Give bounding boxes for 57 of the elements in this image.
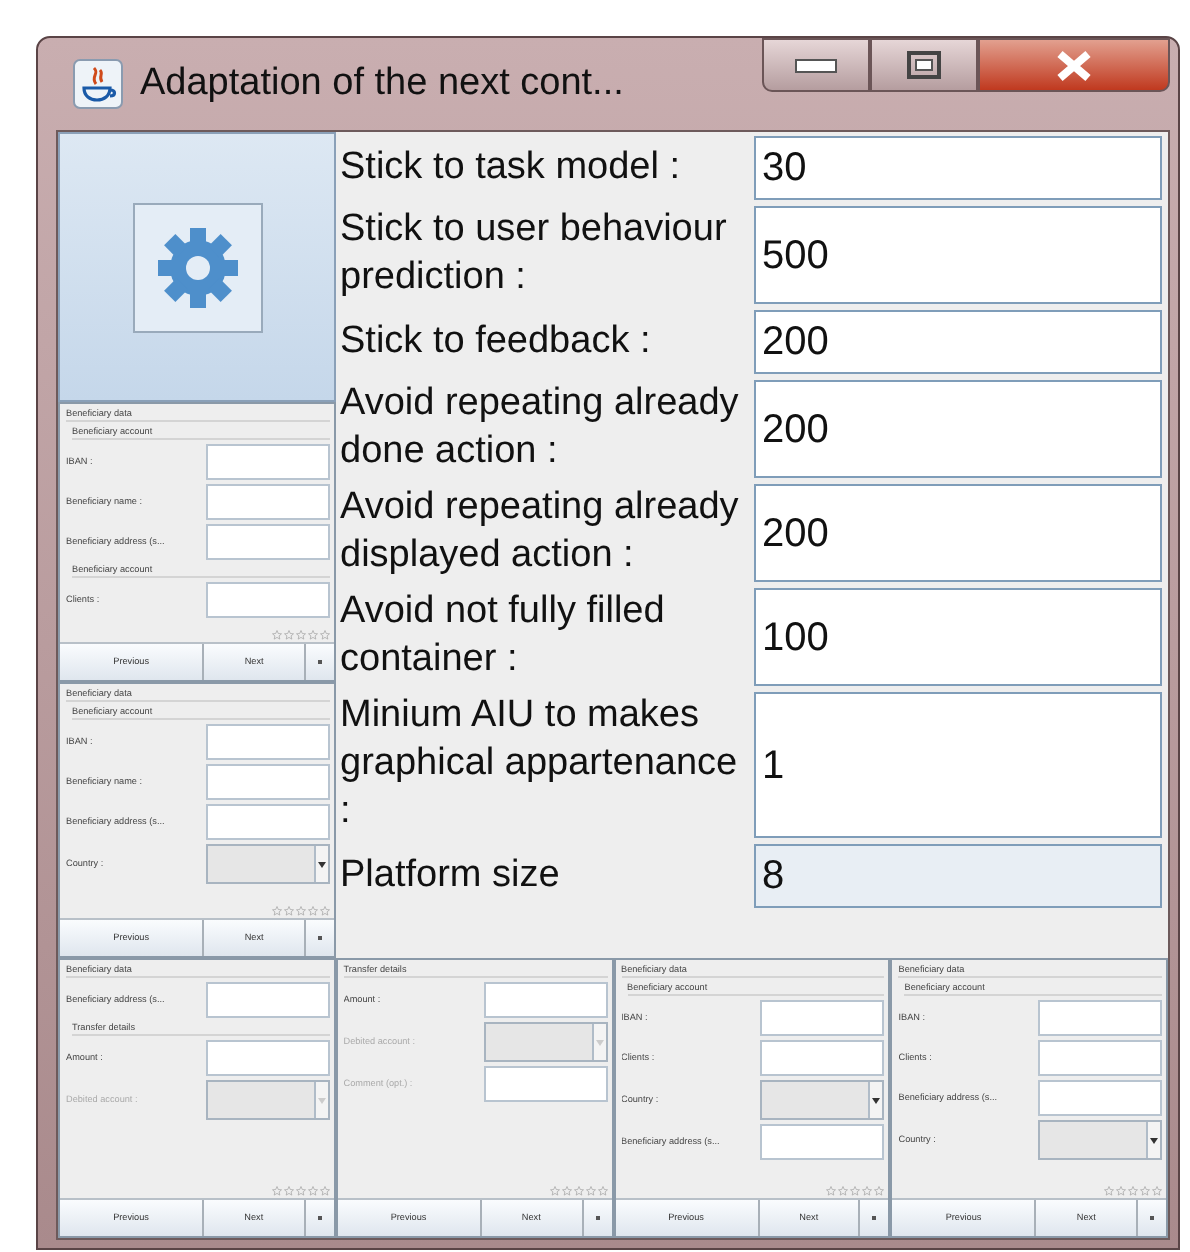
dropdown[interactable] bbox=[205, 1080, 330, 1120]
more-button[interactable] bbox=[306, 644, 334, 680]
input-field[interactable] bbox=[1038, 1000, 1162, 1036]
caret-icon bbox=[318, 861, 326, 867]
field-label: Avoid not fully filled container : bbox=[338, 588, 667, 684]
input-field[interactable]: 100 bbox=[754, 588, 1162, 686]
input-field[interactable] bbox=[483, 982, 607, 1018]
close-icon bbox=[1052, 47, 1096, 83]
dropdown[interactable] bbox=[1038, 1120, 1162, 1160]
caret-icon bbox=[872, 1097, 881, 1103]
more-button[interactable] bbox=[860, 1200, 889, 1236]
caret-icon bbox=[317, 1097, 326, 1103]
input-field[interactable] bbox=[205, 982, 330, 1018]
input-field[interactable] bbox=[205, 1040, 330, 1076]
gear-icon bbox=[131, 201, 263, 333]
more-button[interactable] bbox=[305, 1200, 334, 1236]
field-label: Minium AIU to makes graphical appartenance : bbox=[338, 692, 740, 836]
dropdown[interactable] bbox=[483, 1022, 607, 1062]
minimize-icon bbox=[794, 57, 838, 73]
close-button[interactable] bbox=[978, 38, 1170, 92]
input-field[interactable] bbox=[206, 764, 330, 800]
field-label: Avoid repeating already done action : bbox=[338, 380, 741, 476]
input-field[interactable] bbox=[206, 524, 330, 560]
field-label: Stick to feedback : bbox=[338, 317, 653, 365]
input-field[interactable] bbox=[206, 724, 330, 760]
field-label: Platform size bbox=[338, 851, 562, 899]
input-field[interactable]: 200 bbox=[754, 484, 1162, 582]
input-field[interactable]: 1 bbox=[754, 692, 1162, 838]
input-field[interactable] bbox=[760, 1124, 885, 1160]
more-button[interactable] bbox=[1138, 1200, 1166, 1236]
field-label: Avoid repeating already displayed action : bbox=[338, 484, 741, 580]
dropdown[interactable] bbox=[760, 1080, 885, 1120]
java-cup-icon bbox=[72, 58, 124, 110]
input-field[interactable] bbox=[760, 1040, 885, 1076]
input-field[interactable] bbox=[206, 444, 330, 480]
dropdown[interactable] bbox=[206, 844, 330, 884]
field-label: Stick to user behaviour prediction : bbox=[338, 206, 729, 302]
caret-icon bbox=[1150, 1137, 1158, 1143]
more-button[interactable] bbox=[306, 920, 334, 956]
window-title: Adaptation of the next cont... bbox=[140, 59, 624, 108]
input-field[interactable]: 30 bbox=[754, 136, 1162, 200]
more-button[interactable] bbox=[583, 1200, 611, 1236]
input-field[interactable] bbox=[206, 582, 330, 618]
input-field[interactable] bbox=[1038, 1080, 1162, 1116]
input-field[interactable] bbox=[760, 1000, 885, 1036]
maximize-icon bbox=[906, 50, 942, 80]
input-field[interactable]: 200 bbox=[754, 380, 1162, 478]
minimize-button[interactable] bbox=[762, 38, 870, 92]
caret-icon bbox=[595, 1039, 603, 1045]
input-field[interactable] bbox=[1038, 1040, 1162, 1076]
maximize-button[interactable] bbox=[870, 38, 978, 92]
input-field[interactable] bbox=[206, 484, 330, 520]
input-field[interactable]: 500 bbox=[754, 206, 1162, 304]
input-field[interactable] bbox=[206, 804, 330, 840]
input-field[interactable] bbox=[483, 1066, 607, 1102]
input-field[interactable]: 200 bbox=[754, 310, 1162, 374]
field-label: Stick to task model : bbox=[338, 143, 683, 191]
